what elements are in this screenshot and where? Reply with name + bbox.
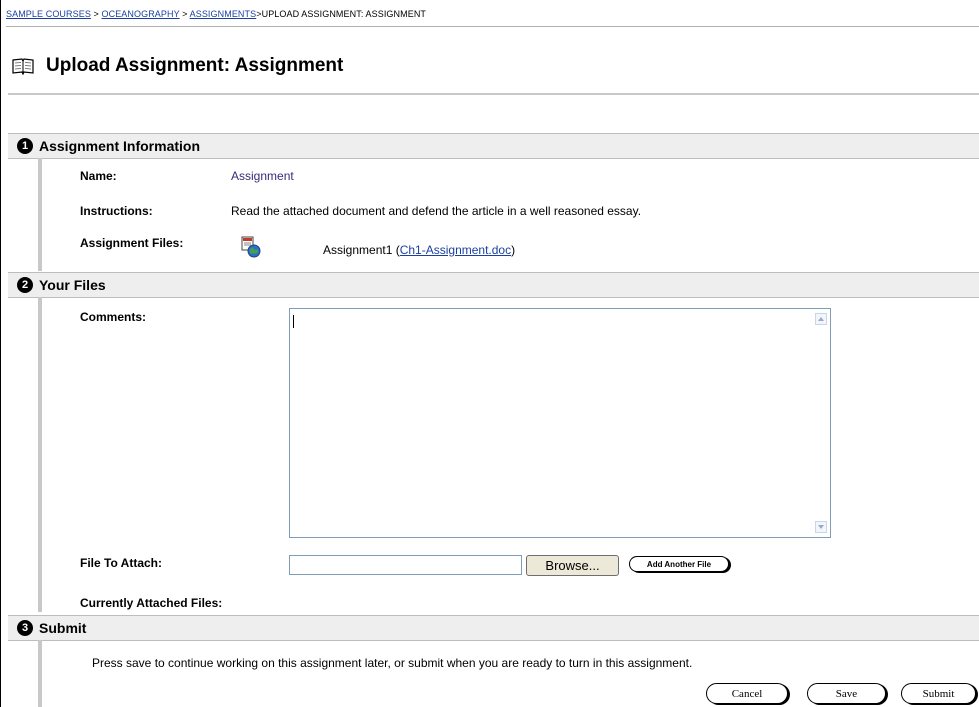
breadcrumb-current: >UPLOAD ASSIGNMENT: ASSIGNMENT — [256, 9, 427, 19]
cancel-button[interactable]: Cancel — [706, 683, 788, 704]
section-indent-bar — [38, 297, 42, 612]
currently-attached-files-label: Currently Attached Files: — [80, 596, 223, 610]
add-another-file-button[interactable]: Add Another File — [629, 556, 729, 572]
section-title: Your Files — [39, 277, 106, 293]
assignment-file-entry: Assignment1 (Ch1-Assignment.doc) — [323, 243, 515, 257]
comments-textarea[interactable] — [289, 308, 831, 538]
assignment-name: Assignment — [231, 169, 294, 183]
breadcrumb-sample-courses[interactable]: SAMPLE COURSES — [6, 9, 91, 19]
section-indent-bar — [38, 640, 42, 707]
scroll-up-button[interactable] — [815, 313, 827, 325]
browse-button[interactable]: Browse... — [526, 555, 619, 576]
section-header-submit: 3 Submit — [8, 615, 979, 641]
breadcrumb-assignments[interactable]: ASSIGNMENTS — [190, 9, 257, 19]
breadcrumb-separator: > — [90, 9, 102, 19]
file-to-attach-input[interactable] — [289, 555, 522, 575]
title-divider — [8, 93, 979, 95]
submit-button[interactable]: Submit — [901, 683, 976, 704]
section-title: Submit — [39, 620, 87, 636]
assignment-file-link[interactable]: Ch1-Assignment.doc — [400, 243, 511, 257]
step-number: 3 — [17, 620, 33, 636]
file-to-attach-label: File To Attach: — [80, 556, 162, 570]
step-number: 2 — [17, 277, 33, 293]
instructions-text: Read the attached document and defend th… — [231, 204, 642, 218]
breadcrumb: SAMPLE COURSES > OCEANOGRAPHY > ASSIGNME… — [6, 9, 426, 19]
scroll-down-button[interactable] — [815, 521, 827, 533]
web-document-icon — [241, 236, 261, 258]
text-caret — [293, 315, 294, 328]
comments-label: Comments: — [80, 310, 147, 324]
page-header: Upload Assignment: Assignment — [12, 55, 343, 77]
open-book-icon — [12, 58, 34, 75]
step-number: 1 — [17, 138, 33, 154]
file-display-name: Assignment1 — [323, 243, 393, 257]
assignment-files-label: Assignment Files: — [80, 236, 184, 250]
arrow-down-icon — [818, 525, 824, 529]
name-label: Name: — [80, 169, 117, 183]
instructions-label: Instructions: — [80, 204, 153, 218]
section-header-assignment-information: 1 Assignment Information — [8, 133, 979, 159]
breadcrumb-divider — [6, 26, 979, 27]
save-button[interactable]: Save — [807, 683, 886, 704]
breadcrumb-separator: > — [179, 9, 190, 19]
section-indent-bar — [38, 158, 42, 271]
paren: ) — [511, 243, 516, 257]
breadcrumb-oceanography[interactable]: OCEANOGRAPHY — [102, 9, 180, 19]
section-title: Assignment Information — [39, 138, 201, 154]
submit-instructions: Press save to continue working on this a… — [92, 656, 693, 670]
page-title: Upload Assignment: Assignment — [46, 55, 344, 76]
section-header-your-files: 2 Your Files — [8, 272, 979, 298]
arrow-up-icon — [818, 317, 824, 321]
